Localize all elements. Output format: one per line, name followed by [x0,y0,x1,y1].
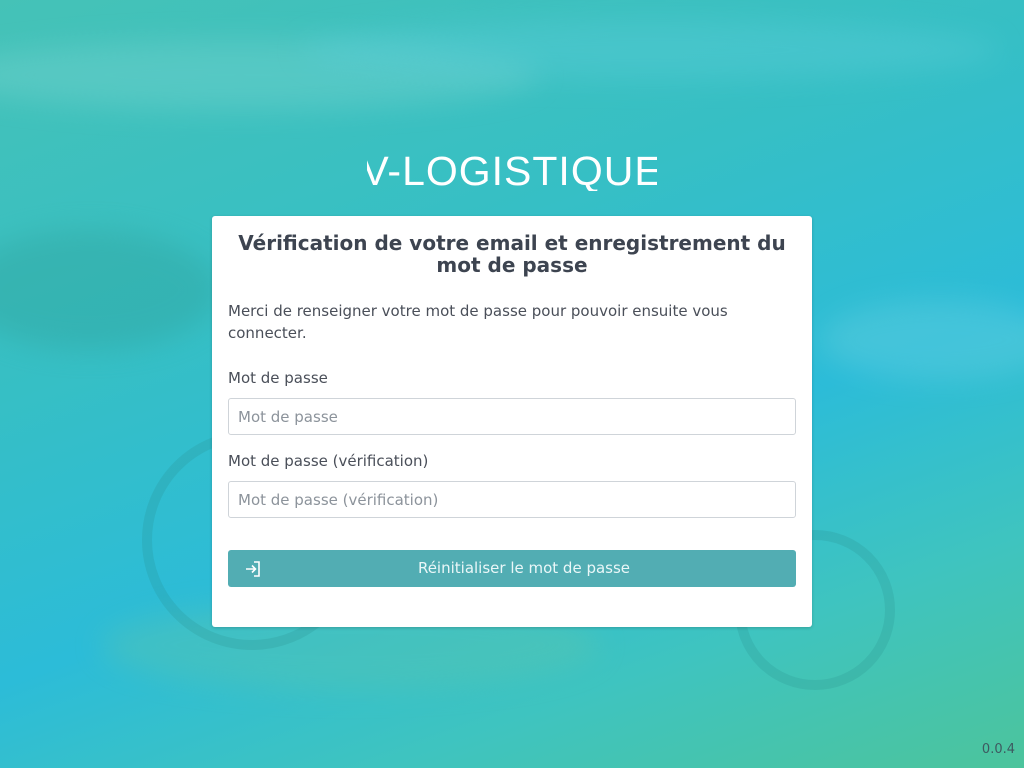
background-streak [820,300,1024,380]
reset-password-button-label: Réinitialiser le mot de passe [417,559,631,577]
app-version: 0.0.4 [981,742,1015,757]
background-streak [0,230,220,350]
password-confirm-label: Mot de passe (vérification) [228,452,429,470]
password-confirm-input[interactable] [228,481,796,518]
password-input[interactable] [228,398,796,435]
reset-password-card: Vérification de votre email et enregistr… [212,216,812,627]
logo-text: V-LOGISTIQUE [367,148,657,191]
reset-password-button[interactable]: Réinitialiser le mot de passe [228,550,796,587]
sign-in-icon [246,561,260,577]
password-label: Mot de passe [228,369,328,387]
brand-logo: V-LOGISTIQUE [0,143,1024,195]
background-streak [300,20,1000,80]
form-description: Merci de renseigner votre mot de passe p… [228,302,728,342]
logo-wordmark: V-LOGISTIQUE [367,148,657,191]
page-title: Vérification de votre email et enregistr… [238,231,786,277]
